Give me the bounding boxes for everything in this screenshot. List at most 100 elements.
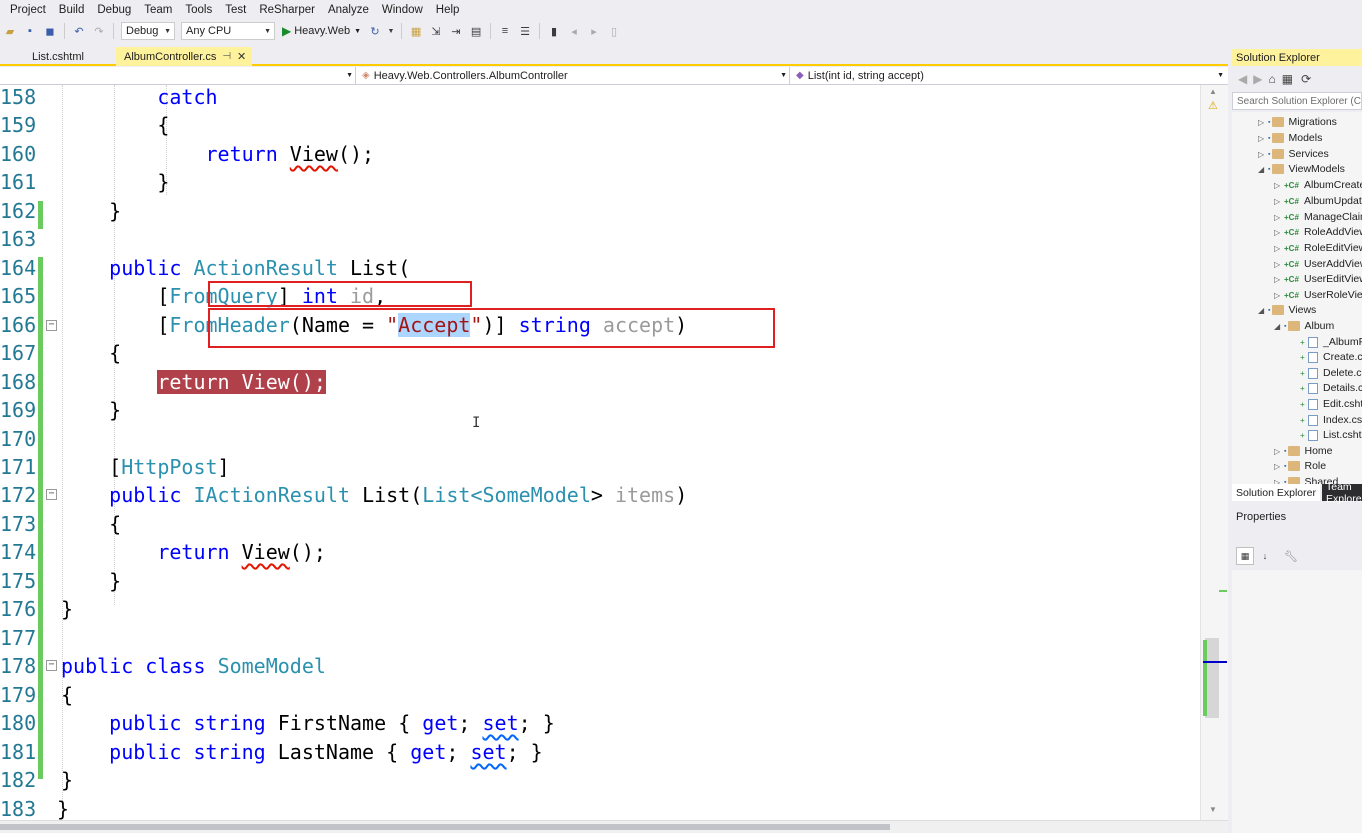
add-icon: + — [1300, 337, 1305, 347]
tree-item-cs-file[interactable]: ▷+C#ManageClaimsViewModel.cs — [1274, 209, 1362, 225]
close-icon[interactable]: ✕ — [237, 50, 246, 63]
tree-item-cshtml-file[interactable]: +Edit.cshtml — [1300, 396, 1362, 412]
tree-item-home[interactable]: ▷ ▪ Home — [1274, 443, 1333, 459]
clear-bookmarks-icon[interactable]: ▯ — [606, 23, 622, 39]
bookmark-icon[interactable]: ▮ — [546, 23, 562, 39]
chevron-down-icon[interactable]: ▼ — [387, 23, 395, 39]
warning-icon[interactable]: ⚠ — [1208, 99, 1218, 112]
menu-analyze[interactable]: Analyze — [328, 4, 369, 16]
expand-icon: ▷ — [1274, 259, 1281, 269]
refresh-icon[interactable]: ↻ — [367, 23, 383, 39]
browser-link-icon[interactable]: ▦ — [408, 23, 424, 39]
back-icon[interactable]: ◀ — [1238, 72, 1247, 86]
start-project-label: Heavy.Web — [294, 25, 351, 37]
method-icon: ◆ — [796, 70, 804, 81]
menu-help[interactable]: Help — [436, 4, 460, 16]
tree-item-views[interactable]: ◢ ▪ Views — [1258, 302, 1316, 318]
tree-item-role[interactable]: ▷ ▪ Role — [1274, 458, 1326, 474]
tree-item-migrations[interactable]: ▷ ▪ Migrations — [1258, 114, 1337, 130]
tree-item-cshtml-file[interactable]: +Delete.cshtml — [1300, 365, 1362, 381]
home-icon[interactable]: ⌂ — [1268, 72, 1275, 86]
step-over-icon[interactable]: ⇲ — [428, 23, 444, 39]
indent-icon[interactable]: ⇥ — [448, 23, 464, 39]
tree-item-cshtml-file[interactable]: +List.cshtml — [1300, 427, 1362, 443]
open-folder-icon[interactable]: ▰ — [2, 23, 18, 39]
line-number: 166 — [0, 313, 37, 337]
comment-icon[interactable]: ≡ — [497, 23, 513, 39]
editor-vertical-scrollbar[interactable]: ▲ ⚠ ▼ — [1200, 85, 1228, 820]
csharp-file-icon: +C# — [1284, 180, 1299, 190]
tree-item-cs-file[interactable]: ▷+C#AlbumUpdateViewModel.cs — [1274, 193, 1362, 209]
member-dropdown[interactable]: ◆ List(int id, string accept) ▼ — [792, 67, 1226, 84]
menu-window[interactable]: Window — [382, 4, 423, 16]
property-pages-icon[interactable]: 🔧︎ — [1284, 550, 1298, 563]
tab-list-cshtml[interactable]: List.cshtml — [24, 47, 116, 66]
code-text: return View(); — [205, 142, 375, 166]
tree-item-models[interactable]: ▷ ▪ Models — [1258, 130, 1322, 146]
csharp-file-icon: +C# — [1284, 243, 1299, 253]
tree-item-album[interactable]: ◢ ▪ Album — [1274, 318, 1334, 334]
expand-icon: ▷ — [1274, 274, 1281, 284]
undo-icon[interactable]: ↶ — [71, 23, 87, 39]
next-bookmark-icon[interactable]: ▸ — [586, 23, 602, 39]
tree-item-cs-file[interactable]: ▷+C#AlbumCreateViewModel.cs — [1274, 177, 1362, 193]
outdent-icon[interactable]: ▤ — [468, 23, 484, 39]
solution-configuration-select[interactable]: Debug ▼ — [121, 22, 175, 40]
redo-icon[interactable]: ↷ — [91, 23, 107, 39]
tree-item-cshtml-file[interactable]: +_AlbumForm.cshtml — [1300, 334, 1362, 350]
member-label: List(int id, string accept) — [807, 69, 924, 82]
line-number: 171 — [0, 455, 37, 479]
switch-views-icon[interactable]: ▦ — [1282, 72, 1293, 86]
previous-bookmark-icon[interactable]: ◂ — [566, 23, 582, 39]
csharp-file-icon: +C# — [1284, 274, 1299, 284]
scroll-up-icon[interactable]: ▲ — [1209, 87, 1217, 96]
solution-explorer-title[interactable]: Solution Explorer — [1232, 49, 1362, 66]
tree-item-cshtml-file[interactable]: +Details.cshtml — [1300, 380, 1362, 396]
start-debugging-button[interactable]: ▶ Heavy.Web ▼ — [282, 24, 361, 38]
code-line: 176} — [0, 595, 1200, 623]
code-line: 174 return View(); — [0, 538, 1200, 566]
pin-icon[interactable]: ⊣ — [222, 51, 231, 62]
menu-team[interactable]: Team — [144, 4, 172, 16]
menu-project[interactable]: Project — [10, 4, 46, 16]
properties-title[interactable]: Properties — [1232, 508, 1362, 526]
tree-item-cs-file[interactable]: ▷+C#UserEditViewModel.cs — [1274, 271, 1362, 287]
alphabetical-icon[interactable]: ↓ — [1256, 547, 1274, 565]
code-editor[interactable]: − − − 158 catch 159 { 160 return View();… — [0, 85, 1200, 820]
save-icon[interactable]: ▪ — [22, 23, 38, 39]
menu-test[interactable]: Test — [225, 4, 246, 16]
tree-item-cshtml-file[interactable]: +Index.cshtml — [1300, 412, 1362, 428]
project-dropdown[interactable]: ▼ — [0, 67, 356, 84]
save-all-icon[interactable]: ◼ — [42, 23, 58, 39]
menu-debug[interactable]: Debug — [97, 4, 131, 16]
type-dropdown[interactable]: ◈ Heavy.Web.Controllers.AlbumController … — [358, 67, 790, 84]
scroll-down-icon[interactable]: ▼ — [1209, 805, 1217, 814]
tab-team-explorer[interactable]: Team Explorer — [1322, 481, 1362, 505]
menu-resharper[interactable]: ReSharper — [259, 4, 315, 16]
uncomment-icon[interactable]: ☰ — [517, 23, 533, 39]
tree-item-cs-file[interactable]: ▷+C#RoleEditViewModel.cs — [1274, 240, 1362, 256]
expand-icon: ▷ — [1258, 133, 1265, 143]
tree-item-cs-file[interactable]: ▷+C#RoleAddViewModel.cs — [1274, 224, 1362, 240]
tab-solution-explorer[interactable]: Solution Explorer — [1232, 484, 1320, 501]
tree-item-cs-file[interactable]: ▷+C#UserAddViewModel.cs — [1274, 256, 1362, 272]
menu-build[interactable]: Build — [59, 4, 85, 16]
categorized-icon[interactable]: ▦ — [1236, 547, 1254, 565]
forward-icon[interactable]: ▶ — [1253, 72, 1262, 86]
tree-item-cs-file[interactable]: ▷+C#UserRoleViewModel.cs — [1274, 287, 1362, 303]
tree-item-viewmodels[interactable]: ◢ ▪ ViewModels — [1258, 161, 1345, 177]
solution-platform-select[interactable]: Any CPU ▼ — [181, 22, 275, 40]
tab-albumcontroller-cs[interactable]: AlbumController.cs ⊣ ✕ — [116, 47, 252, 66]
toolbar-separator — [539, 23, 541, 39]
tree-item-services[interactable]: ▷ ▪ Services — [1258, 146, 1329, 162]
solution-explorer-search-input[interactable]: Search Solution Explorer (Ctrl+;) — [1232, 92, 1362, 110]
editor-horizontal-scrollbar[interactable] — [0, 820, 1228, 833]
scroll-thumb[interactable] — [1205, 638, 1219, 718]
scroll-thumb[interactable] — [0, 824, 890, 830]
csharp-file-icon: +C# — [1284, 259, 1299, 269]
menu-tools[interactable]: Tools — [185, 4, 212, 16]
history-icon[interactable]: ⟳ — [1301, 72, 1311, 86]
code-line: 182} — [0, 766, 1200, 794]
code-line: 179 { — [0, 681, 1200, 709]
tree-item-cshtml-file[interactable]: +Create.cshtml — [1300, 349, 1362, 365]
